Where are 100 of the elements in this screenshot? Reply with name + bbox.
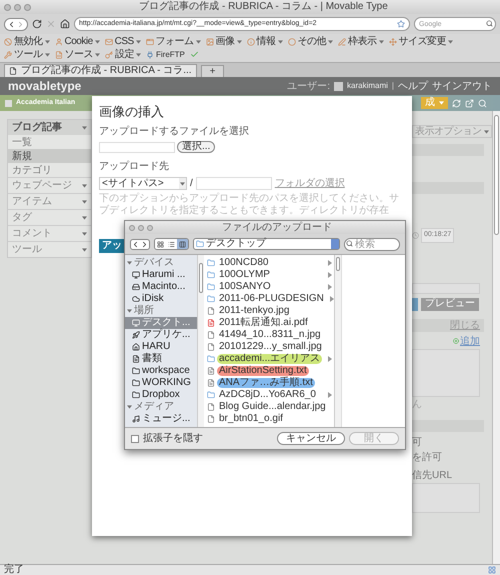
toolbar-item[interactable]: 枠表示 — [338, 35, 384, 48]
panel-header — [412, 182, 484, 194]
file-name[interactable]: 2011-06-PLUGDESIGN — [217, 294, 326, 304]
toolbar-item[interactable]: ソース — [54, 48, 100, 61]
path-field[interactable] — [196, 177, 272, 190]
reload-icon[interactable] — [32, 19, 42, 29]
panel-header — [412, 144, 484, 156]
image-icon — [206, 38, 214, 46]
toolbar-item[interactable]: Cookie — [54, 35, 100, 48]
cancel-button[interactable]: キャンセル — [277, 432, 345, 445]
toolbar-item[interactable]: 設定 — [105, 48, 141, 61]
scrollbar[interactable] — [197, 255, 204, 427]
sidebar-item[interactable]: HARU — [125, 341, 197, 353]
file-name[interactable]: 2011転居通知.ai.pdf — [217, 318, 310, 328]
select-value: <サイトパス> — [102, 178, 164, 188]
sidebar-item[interactable]: iDisk — [125, 293, 197, 305]
sidebar-item[interactable]: WORKING — [125, 377, 197, 389]
caret-icon — [94, 40, 100, 44]
back-icon[interactable] — [131, 240, 140, 248]
new-tab-button[interactable]: + — [200, 65, 224, 77]
back-icon[interactable] — [7, 20, 16, 28]
caret-icon — [180, 182, 185, 186]
dialog-title: 画像の挿入 — [99, 103, 165, 121]
view-button[interactable] — [166, 239, 177, 249]
file-name[interactable]: 20101229...y_small.jpg — [217, 342, 324, 352]
view-button[interactable] — [177, 239, 188, 249]
toolbar-item[interactable]: サイズ変更 — [388, 35, 454, 48]
search-icon — [346, 240, 353, 246]
list-view-icon — [168, 240, 175, 248]
scroll-thumb[interactable] — [199, 263, 203, 293]
file-name[interactable]: 2011-tenkyo.jpg — [217, 306, 292, 316]
scrollbar[interactable] — [334, 255, 341, 427]
move-icon — [388, 38, 397, 46]
refresh-icon[interactable] — [452, 98, 461, 108]
file-name[interactable]: accademi...エイリアス — [217, 354, 322, 364]
checkbox-label: 拡張子を隠す — [143, 432, 204, 446]
file-name[interactable]: AirStationSetting.txt — [217, 366, 309, 376]
sidebar-item[interactable]: 書類 — [125, 353, 197, 365]
sign-out-link[interactable]: サインアウト — [432, 78, 492, 94]
upload-button[interactable]: アッ — [99, 239, 125, 253]
publish-button[interactable] — [412, 298, 418, 310]
caret-icon — [448, 40, 454, 44]
file-name[interactable]: AzDC8jD...Yo6AR6_0 — [217, 390, 318, 400]
file-name[interactable]: Blog Guide...alendar.jpg — [217, 402, 328, 412]
folder-icon — [207, 355, 215, 363]
browser-tab[interactable]: ブログ記事の作成 - RUBRICA - コラ... — [4, 64, 197, 77]
choose-file-button[interactable]: 選択... — [177, 141, 216, 153]
window-title: ブログ記事の作成 - RUBRICA - コラム - | Movable Type — [138, 2, 389, 12]
external-link-icon[interactable] — [465, 98, 474, 108]
caret-icon — [82, 216, 87, 220]
home-icon[interactable] — [60, 19, 70, 29]
back-forward-buttons[interactable] — [130, 238, 150, 250]
sidebar-item[interactable]: Macinto... — [125, 281, 197, 293]
grid-icon — [488, 566, 496, 574]
forward-icon[interactable] — [140, 240, 149, 248]
sidebar-item[interactable]: 一覧 — [8, 135, 91, 149]
toolbar-item[interactable]: その他 — [288, 35, 334, 48]
location-popup[interactable]: デスクトップ — [193, 238, 340, 250]
text-area[interactable] — [412, 482, 480, 512]
monitor-icon — [132, 271, 140, 279]
file-name[interactable]: 100OLYMP — [217, 270, 272, 280]
toolbar-item[interactable]: CSS — [104, 35, 141, 48]
sidebar-item[interactable]: workspace — [125, 365, 197, 377]
scroll-thumb[interactable] — [336, 257, 340, 271]
search-field[interactable]: 検索 — [344, 238, 400, 250]
sidebar-item[interactable]: Harumi ... — [125, 269, 197, 281]
stop-icon[interactable] — [46, 19, 56, 29]
sidebar-item[interactable]: カテゴリ — [8, 163, 91, 177]
toolbar-item[interactable]: ツール — [4, 48, 50, 61]
text-field[interactable] — [412, 282, 480, 294]
scroll-thumb[interactable] — [494, 115, 499, 235]
file-name[interactable]: br_btn01_o.gif — [217, 414, 285, 424]
caret-icon — [82, 126, 87, 130]
toolbar-item[interactable]: 情報 — [246, 35, 283, 48]
sidebar-item[interactable]: 新規 — [8, 149, 91, 163]
add-icon — [453, 338, 459, 344]
sidebar-item[interactable]: Dropbox — [125, 389, 197, 401]
bookmark-star-icon[interactable] — [397, 20, 405, 28]
file-name[interactable]: 100NCD80 — [217, 258, 270, 268]
folder-icon — [207, 271, 215, 279]
text-area[interactable] — [412, 348, 480, 396]
file-name[interactable]: 41494_10...8311_n.jpg — [217, 330, 323, 340]
file-icon — [207, 403, 215, 411]
sidebar-item[interactable]: アプリケ... — [125, 329, 197, 341]
checkbox[interactable] — [131, 434, 139, 442]
view-button[interactable] — [155, 239, 166, 249]
file-name[interactable]: 100SANYO — [217, 282, 273, 292]
toolbar-item[interactable]: 無効化 — [4, 35, 50, 48]
fireftp-button[interactable]: FireFTP — [146, 48, 185, 60]
search-icon[interactable] — [486, 20, 493, 27]
caret-icon — [44, 40, 50, 44]
sidebar-item[interactable]: ミュージ... — [125, 413, 197, 425]
file-name[interactable]: ANAファ…み手順.txt — [217, 378, 315, 388]
blog-menu-icon[interactable] — [5, 100, 12, 106]
destination-select[interactable]: <サイトパス> — [99, 177, 187, 190]
scrollbar[interactable] — [492, 111, 500, 564]
toolbar-item[interactable]: 画像 — [206, 35, 242, 48]
help-link[interactable]: ヘルプ — [398, 78, 428, 94]
file-field[interactable] — [99, 142, 175, 152]
toolbar-item[interactable]: フォーム — [146, 35, 201, 48]
